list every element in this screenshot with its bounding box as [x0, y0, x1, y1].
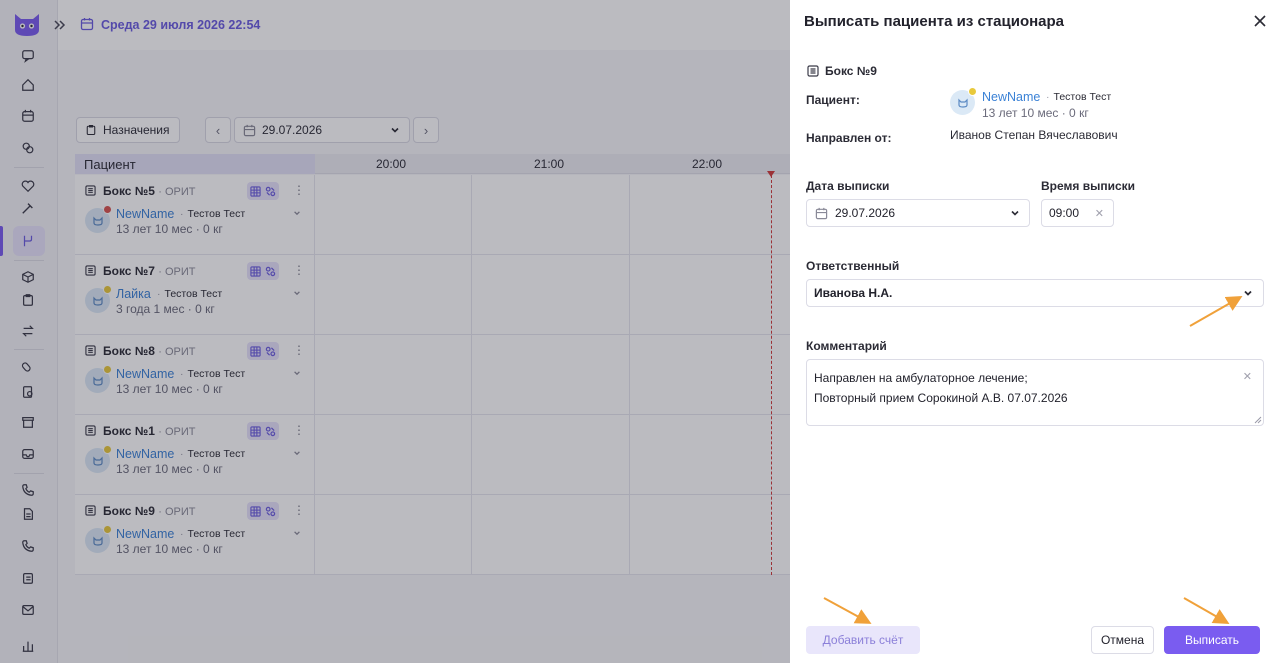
chevron-down-icon — [1011, 210, 1019, 216]
discharge-button[interactable]: Выписать — [1164, 626, 1260, 654]
patient-status-dot — [968, 87, 977, 96]
comment-line: Повторный прием Сорокиной А.В. 07.07.202… — [814, 391, 1068, 405]
patient-label: Пациент: — [806, 93, 860, 107]
box-icon — [807, 65, 819, 77]
referred-label: Направлен от: — [806, 131, 892, 145]
drawer-title: Выписать пациента из стационара — [804, 13, 1065, 30]
comment-label: Комментарий — [806, 339, 887, 353]
discharge-date-value: 29.07.2026 — [835, 206, 896, 220]
cancel-button[interactable]: Отмена — [1091, 626, 1154, 654]
discharge-time-label: Время выписки — [1041, 179, 1136, 193]
discharge-time-value: 09:00 — [1049, 206, 1080, 220]
drawer-owner: · Тестов Тест — [1046, 91, 1112, 103]
comment-line: Направлен на амбулаторное лечение; — [814, 371, 1028, 385]
comment-textarea[interactable]: Направлен на амбулаторное лечение; Повто… — [806, 359, 1264, 426]
discharge-drawer: Выписать пациента из стационара Бокс №9 … — [790, 0, 1280, 663]
close-icon[interactable] — [1253, 14, 1267, 28]
drawer-pet-name[interactable]: NewName — [982, 90, 1040, 104]
add-bill-button[interactable]: Добавить счёт — [806, 626, 920, 654]
responsible-label: Ответственный — [806, 259, 900, 273]
discharge-time-field[interactable]: 09:00 ✕ — [1041, 199, 1114, 227]
chevron-down-icon — [1244, 290, 1252, 296]
responsible-select[interactable]: Иванова Н.А. — [806, 279, 1264, 307]
cat-icon — [957, 98, 968, 108]
discharge-date-field[interactable]: 29.07.2026 — [806, 199, 1030, 227]
referred-value: Иванов Степан Вячеславович — [950, 128, 1118, 142]
calendar-icon — [815, 207, 828, 219]
drawer-pet-age: 13 лет 10 мес · 0 кг — [982, 106, 1089, 120]
responsible-value: Иванова Н.А. — [814, 286, 893, 300]
resize-handle-icon[interactable] — [1254, 416, 1262, 424]
discharge-date-label: Дата выписки — [806, 179, 890, 193]
modal-overlay[interactable] — [0, 0, 790, 663]
clear-icon[interactable]: ✕ — [1095, 207, 1104, 220]
drawer-box-name: Бокс №9 — [825, 64, 877, 78]
clear-icon[interactable]: ✕ — [1243, 367, 1252, 387]
drawer-owner-name: Тестов Тест — [1053, 91, 1112, 103]
